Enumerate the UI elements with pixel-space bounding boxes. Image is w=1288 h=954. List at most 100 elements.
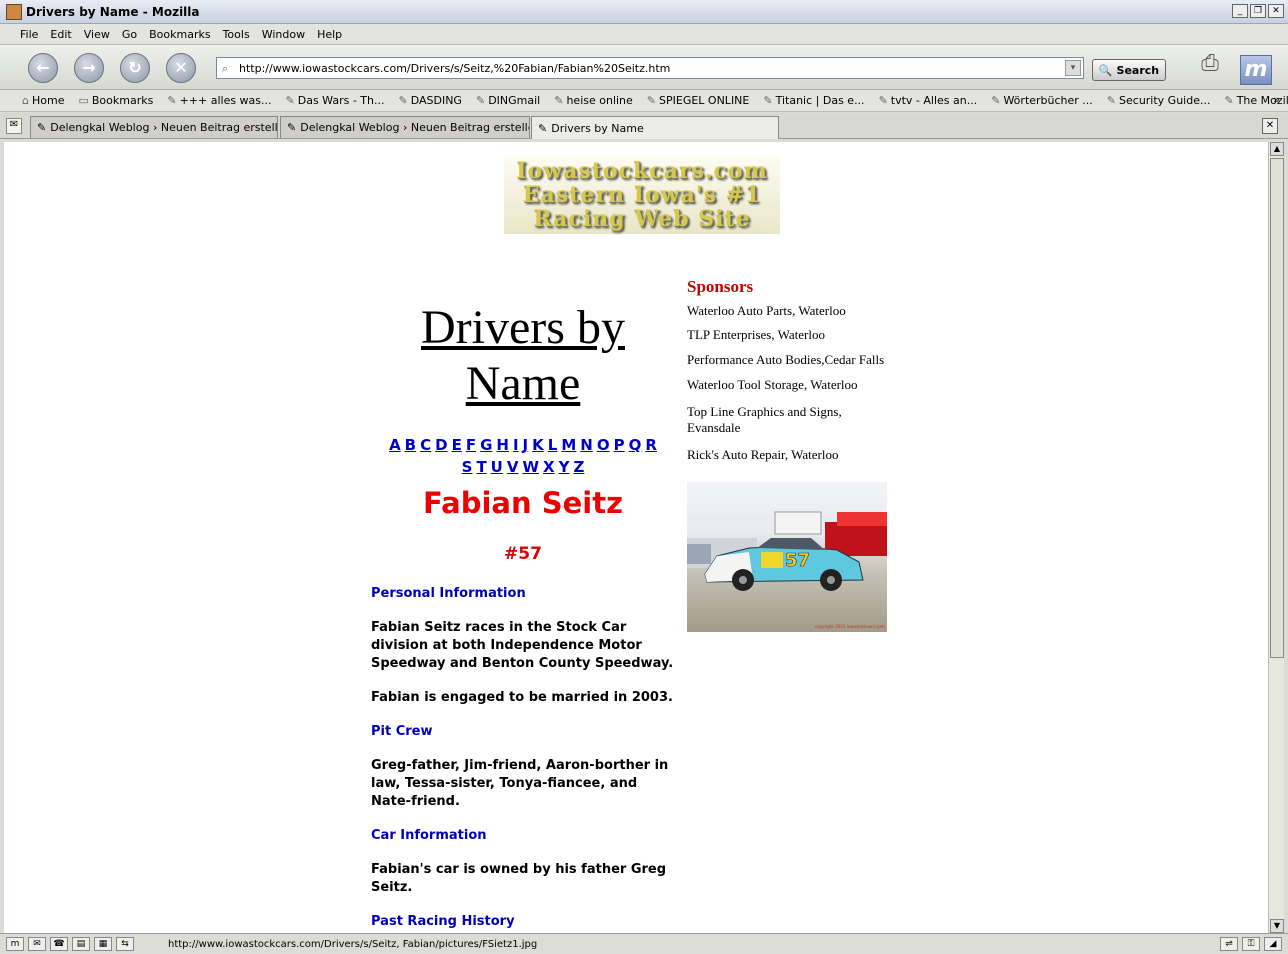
letter-link-j[interactable]: J: [523, 436, 529, 454]
bookmark-label: Home: [31, 94, 65, 107]
letter-link-u[interactable]: U: [491, 458, 503, 476]
url-dropdown-button[interactable]: ▾: [1065, 60, 1081, 76]
menu-tools[interactable]: Tools: [223, 28, 250, 41]
bookmark-item[interactable]: ✎ DINGmail: [476, 94, 540, 107]
maximize-button[interactable]: ❐: [1250, 4, 1266, 18]
online-status-icon[interactable]: ⇌: [1220, 937, 1238, 951]
letter-link-i[interactable]: I: [513, 436, 519, 454]
navigation-toolbar: ← → ↻ ✕ ⌕ http://www.iowastockcars.com/D…: [0, 44, 1288, 90]
menu-edit[interactable]: Edit: [50, 28, 71, 41]
scroll-up-arrow-icon[interactable]: ▲: [1270, 142, 1284, 156]
letter-link-w[interactable]: W: [522, 458, 539, 476]
mail-icon[interactable]: ✉: [28, 937, 46, 951]
toggle-icon[interactable]: ⇆: [116, 937, 134, 951]
letter-link-r[interactable]: R: [645, 436, 657, 454]
browser-icon[interactable]: m: [6, 937, 24, 951]
forward-button[interactable]: →: [74, 53, 104, 83]
letter-link-m[interactable]: M: [561, 436, 576, 454]
engagement-text: Fabian is engaged to be married in 2003.: [371, 690, 673, 705]
url-text: http://www.iowastockcars.com/Drivers/s/S…: [239, 61, 671, 75]
addressbook-icon[interactable]: ☎: [50, 937, 68, 951]
bookmark-item[interactable]: ✎ tvtv - Alles an...: [879, 94, 978, 107]
bookmark-label: SPIEGEL ONLINE: [659, 94, 750, 107]
search-button-label: Search: [1116, 63, 1160, 77]
letter-link-g[interactable]: G: [480, 436, 492, 454]
bookmarks-overflow-chevron[interactable]: »: [1273, 93, 1280, 106]
close-window-button[interactable]: ✕: [1268, 4, 1284, 18]
bookmark-item[interactable]: ✎ DASDING: [398, 94, 461, 107]
bookmark-icon: ✎: [1106, 94, 1117, 107]
bookmark-item[interactable]: ✎ SPIEGEL ONLINE: [647, 94, 750, 107]
bookmark-icon: ✎: [763, 94, 773, 107]
bookmark-label: Titanic | Das e...: [775, 94, 865, 107]
car-info-heading: Car Information: [371, 828, 487, 843]
bookmark-label: DASDING: [410, 94, 462, 107]
menu-window[interactable]: Window: [262, 28, 305, 41]
search-button[interactable]: 🔍 Search: [1092, 59, 1166, 81]
bookmark-item[interactable]: ✎ +++ alles was...: [167, 94, 271, 107]
bookmark-home[interactable]: ⌂ Home: [22, 94, 64, 107]
scroll-down-arrow-icon[interactable]: ▼: [1270, 919, 1284, 933]
url-field[interactable]: ⌕ http://www.iowastockcars.com/Drivers/s…: [216, 57, 1084, 79]
close-tab-button[interactable]: ✕: [1262, 118, 1278, 134]
tab-label: Delengkal Weblog › Neuen Beitrag erstell…: [300, 121, 530, 134]
pit-crew-text: Greg-father, Jim-friend, Aaron-borther i…: [371, 758, 669, 809]
letter-link-o[interactable]: O: [597, 436, 610, 454]
letter-link-q[interactable]: Q: [629, 436, 642, 454]
tab-drivers-by-name[interactable]: ✎ Drivers by Name: [531, 116, 779, 139]
minimize-button[interactable]: _: [1232, 4, 1248, 18]
letter-link-v[interactable]: V: [507, 458, 519, 476]
bookmark-label: heise online: [566, 94, 633, 107]
letter-link-k[interactable]: K: [532, 436, 544, 454]
tab-weblog-1[interactable]: ✎ Delengkal Weblog › Neuen Beitrag erstel…: [30, 116, 278, 138]
reload-button[interactable]: ↻: [120, 53, 150, 83]
letter-link-h[interactable]: H: [496, 436, 509, 454]
print-icon[interactable]: ⎙: [1192, 51, 1228, 83]
home-icon: ⌂: [22, 94, 29, 107]
letter-link-p[interactable]: P: [614, 436, 625, 454]
letter-link-c[interactable]: C: [420, 436, 431, 454]
bookmark-item[interactable]: ✎ Security Guide...: [1107, 94, 1211, 107]
letter-link-e[interactable]: E: [452, 436, 462, 454]
sponsors-heading: Sponsors: [687, 277, 754, 296]
mozilla-throbber-icon[interactable]: m: [1240, 55, 1272, 85]
bookmark-item[interactable]: ✎ Titanic | Das e...: [763, 94, 864, 107]
letter-link-d[interactable]: D: [435, 436, 447, 454]
bookmark-bookmarks-folder[interactable]: ▭ Bookmarks: [78, 94, 153, 107]
irc-chat-icon[interactable]: ▦: [94, 937, 112, 951]
letter-link-s[interactable]: S: [462, 458, 473, 476]
bookmark-item[interactable]: ✎ Wörterbücher ...: [991, 94, 1093, 107]
letter-link-a[interactable]: A: [389, 436, 401, 454]
letter-link-y[interactable]: Y: [559, 458, 570, 476]
page-title: Drivers by Name: [370, 300, 676, 412]
race-car-photo[interactable]: 57 copyright 2001 iowastockcars.com: [687, 482, 887, 632]
menu-bookmarks[interactable]: Bookmarks: [149, 28, 210, 41]
back-button[interactable]: ←: [28, 53, 58, 83]
sponsor-item: Waterloo Auto Parts, Waterloo: [687, 303, 846, 318]
menu-file[interactable]: File: [20, 28, 38, 41]
bookmark-label: +++ alles was...: [179, 94, 272, 107]
tab-weblog-2[interactable]: ✎ Delengkal Weblog › Neuen Beitrag erstel…: [280, 116, 530, 138]
letter-link-b[interactable]: B: [405, 436, 416, 454]
letter-link-l[interactable]: L: [548, 436, 558, 454]
menu-go[interactable]: Go: [122, 28, 137, 41]
menu-view[interactable]: View: [84, 28, 110, 41]
bookmark-item[interactable]: ✎ heise online: [554, 94, 633, 107]
letter-link-x[interactable]: X: [543, 458, 555, 476]
letter-link-t[interactable]: T: [476, 458, 486, 476]
letter-link-n[interactable]: N: [580, 436, 593, 454]
menu-help[interactable]: Help: [317, 28, 342, 41]
letter-link-z[interactable]: Z: [573, 458, 584, 476]
stop-button[interactable]: ✕: [166, 53, 196, 83]
composer-icon[interactable]: ▤: [72, 937, 90, 951]
letter-link-f[interactable]: F: [466, 436, 476, 454]
driver-name: Fabian Seitz: [423, 486, 623, 520]
new-tab-icon[interactable]: ✉: [6, 118, 22, 134]
scrollbar-thumb[interactable]: [1270, 158, 1284, 658]
window-titlebar: Drivers by Name - Mozilla _ ❐ ✕: [0, 0, 1288, 24]
resize-grip-icon[interactable]: ◢: [1264, 937, 1282, 951]
vertical-scrollbar[interactable]: ▲ ▼: [1268, 142, 1284, 933]
bookmark-item[interactable]: ✎ Das Wars - Th...: [286, 94, 385, 107]
bookmark-icon: ✎: [1224, 94, 1234, 107]
past-racing-heading: Past Racing History: [371, 914, 515, 929]
